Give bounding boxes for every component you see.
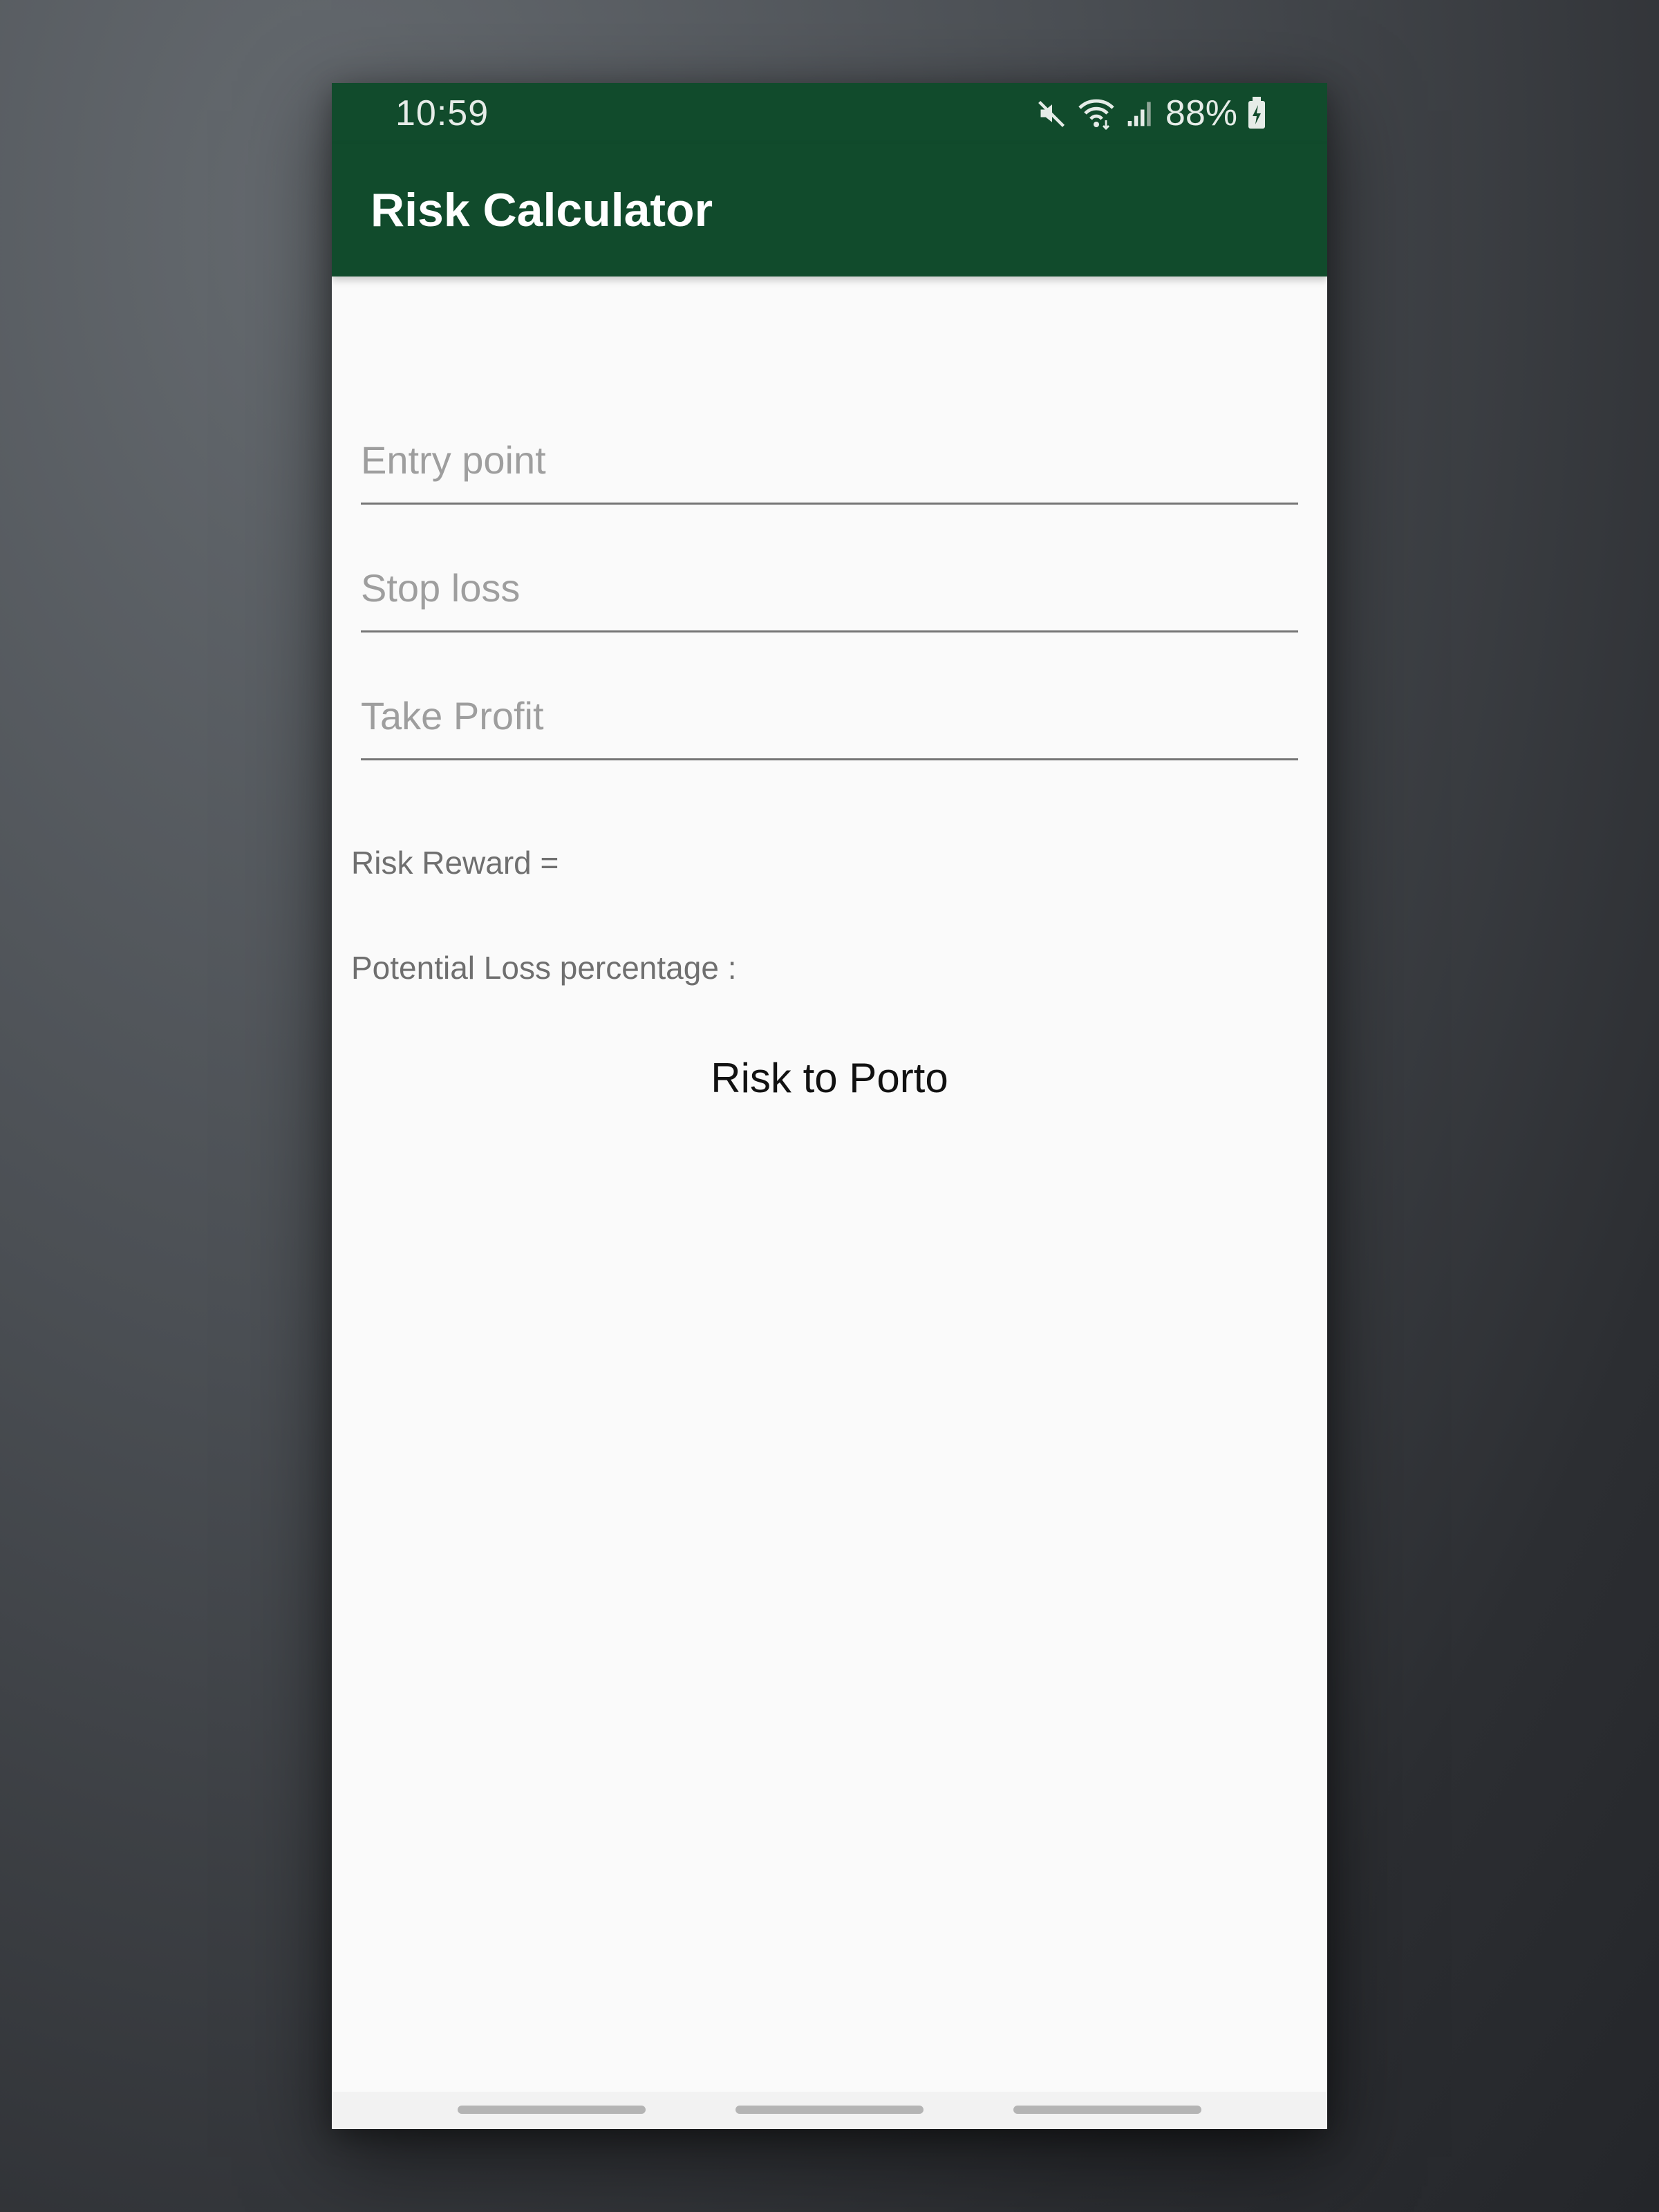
status-bar: 10:59 88%: [332, 83, 1327, 144]
risk-to-porto-button[interactable]: Risk to Porto: [332, 1037, 1327, 1120]
navigation-bar: [332, 2092, 1327, 2129]
wifi-icon: [1077, 97, 1116, 130]
nav-recents-handle[interactable]: [458, 2106, 646, 2114]
mute-icon: [1037, 98, 1067, 129]
app-title: Risk Calculator: [371, 184, 713, 236]
potential-loss-label: Potential Loss percentage :: [351, 950, 737, 986]
battery-charging-icon: [1247, 97, 1266, 130]
stop-loss-input[interactable]: [361, 550, 1298, 632]
signal-icon: [1125, 98, 1156, 129]
nav-home-handle[interactable]: [735, 2106, 924, 2114]
risk-reward-label: Risk Reward =: [351, 845, 559, 881]
status-time: 10:59: [395, 93, 489, 133]
entry-point-input[interactable]: [361, 422, 1298, 505]
phone-screen: 10:59 88% Risk Calculator Entry point St…: [332, 83, 1327, 2129]
take-profit-input[interactable]: [361, 677, 1298, 760]
app-bar: Risk Calculator: [332, 144, 1327, 276]
status-icons: 88%: [1037, 91, 1266, 135]
battery-percentage: 88%: [1165, 93, 1237, 133]
nav-back-handle[interactable]: [1013, 2106, 1201, 2114]
